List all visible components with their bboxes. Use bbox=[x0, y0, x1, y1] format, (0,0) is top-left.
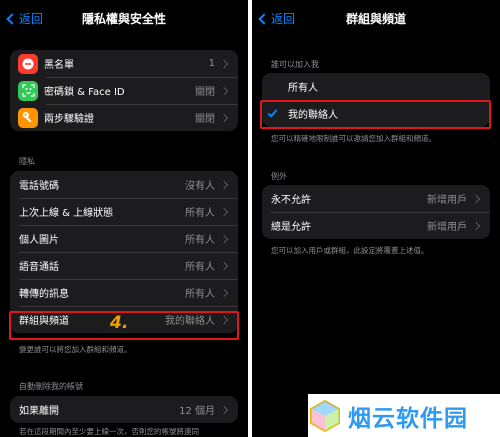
row-label: 轉傳的訊息 bbox=[19, 289, 69, 300]
if-away-row[interactable]: 如果離開 12 個月 bbox=[10, 396, 238, 423]
voice-calls-row[interactable]: 語音通話 所有人 bbox=[10, 252, 238, 279]
always-allow-row[interactable]: 總是允許 新增用戶 bbox=[262, 212, 490, 239]
row-value: 12 個月 bbox=[179, 406, 215, 417]
profile-photo-row[interactable]: 個人圖片 所有人 bbox=[10, 225, 238, 252]
option-label: 所有人 bbox=[288, 83, 318, 94]
row-label: 總是允許 bbox=[271, 222, 311, 233]
never-allow-row[interactable]: 永不允許 新增用戶 bbox=[262, 185, 490, 212]
security-group: 黑名單 1 密碼鎖 & Face ID 關閉 兩步驟驗證 關閉 bbox=[10, 50, 238, 131]
option-everybody[interactable]: 所有人 bbox=[262, 73, 490, 100]
groups-channels-screen: 返回 群組與頻道 誰可以加入我 所有人 我的聯絡人 您可以精確地限制誰可以邀請您… bbox=[252, 0, 500, 437]
step-marker: 4. bbox=[110, 313, 129, 333]
auto-delete-footer: 若在這段期間內至少要上線一次，否則您的帳號將連同 bbox=[19, 427, 199, 436]
chevron-right-icon bbox=[471, 194, 481, 203]
nav-bar: 返回 群組與頻道 bbox=[252, 0, 500, 38]
chevron-right-icon bbox=[219, 180, 229, 189]
chevron-right-icon bbox=[219, 207, 229, 216]
row-value: 關閉 bbox=[195, 87, 215, 98]
face-id-icon bbox=[18, 80, 38, 101]
row-label: 兩步驟驗證 bbox=[44, 114, 94, 125]
row-value: 新增用戶 bbox=[427, 195, 467, 206]
row-value: 所有人 bbox=[185, 289, 215, 300]
minus-circle-icon bbox=[18, 53, 38, 74]
two-step-row[interactable]: 兩步驟驗證 關閉 bbox=[10, 104, 238, 131]
privacy-group: 電話號碼 沒有人 上次上線 & 上線狀態 所有人 個人圖片 所有人 語音通話 所… bbox=[10, 171, 238, 333]
row-label: 黑名單 bbox=[44, 60, 74, 71]
privacy-header: 隱私 bbox=[19, 157, 35, 166]
phone-number-row[interactable]: 電話號碼 沒有人 bbox=[10, 171, 238, 198]
chevron-right-icon bbox=[219, 261, 229, 270]
chevron-right-icon bbox=[219, 234, 229, 243]
privacy-security-screen: 返回 隱私權與安全性 黑名單 1 密碼鎖 & Face ID 關閉 兩步驟驗證 … bbox=[0, 0, 248, 437]
chevron-right-icon bbox=[219, 59, 229, 68]
chevron-right-icon bbox=[219, 113, 229, 122]
key-icon bbox=[18, 107, 38, 128]
nav-bar: 返回 隱私權與安全性 bbox=[0, 0, 248, 38]
row-label: 電話號碼 bbox=[19, 181, 59, 192]
screenshot-composite: 返回 隱私權與安全性 黑名單 1 密碼鎖 & Face ID 關閉 兩步驟驗證 … bbox=[0, 0, 500, 437]
row-label: 上次上線 & 上線狀態 bbox=[19, 208, 114, 219]
exceptions-footer: 您可以加入用戶或群組，此設定將覆蓋上述值。 bbox=[271, 246, 429, 255]
row-label: 如果離開 bbox=[19, 406, 59, 417]
row-value: 所有人 bbox=[185, 262, 215, 273]
chevron-right-icon bbox=[471, 221, 481, 230]
options-footer: 您可以精確地限制誰可以邀請您加入群組和頻道。 bbox=[271, 134, 436, 143]
last-seen-row[interactable]: 上次上線 & 上線狀態 所有人 bbox=[10, 198, 238, 225]
row-value: 關閉 bbox=[195, 114, 215, 125]
who-can-add-header: 誰可以加入我 bbox=[271, 60, 319, 69]
watermark: 烟云软件园 bbox=[308, 394, 500, 437]
row-value: 所有人 bbox=[185, 208, 215, 219]
chevron-right-icon bbox=[219, 288, 229, 297]
forwarded-messages-row[interactable]: 轉傳的訊息 所有人 bbox=[10, 279, 238, 306]
watermark-logo-icon bbox=[310, 399, 340, 432]
row-label: 永不允許 bbox=[271, 195, 311, 206]
row-label: 個人圖片 bbox=[19, 235, 59, 246]
row-label: 語音通話 bbox=[19, 262, 59, 273]
watermark-text: 烟云软件园 bbox=[348, 405, 468, 432]
chevron-right-icon bbox=[219, 405, 229, 414]
auto-delete-header: 自動刪除我的帳號 bbox=[19, 382, 83, 391]
exceptions-header: 例外 bbox=[271, 172, 287, 181]
passcode-faceid-row[interactable]: 密碼鎖 & Face ID 關閉 bbox=[10, 77, 238, 104]
page-title: 隱私權與安全性 bbox=[81, 12, 166, 26]
chevron-right-icon bbox=[219, 86, 229, 95]
page-title: 群組與頻道 bbox=[345, 12, 406, 26]
auto-delete-group: 如果離開 12 個月 bbox=[10, 396, 238, 423]
row-value: 沒有人 bbox=[185, 181, 215, 192]
highlight-box bbox=[260, 100, 491, 129]
exceptions-group: 永不允許 新增用戶 總是允許 新增用戶 bbox=[262, 185, 490, 239]
row-value: 所有人 bbox=[185, 235, 215, 246]
row-value: 新增用戶 bbox=[427, 222, 467, 233]
row-value: 1 bbox=[208, 58, 215, 69]
row-label: 密碼鎖 & Face ID bbox=[44, 87, 125, 98]
privacy-footer: 變更誰可以將您加入群組和頻道。 bbox=[19, 345, 132, 354]
blocked-users-row[interactable]: 黑名單 1 bbox=[10, 50, 238, 77]
